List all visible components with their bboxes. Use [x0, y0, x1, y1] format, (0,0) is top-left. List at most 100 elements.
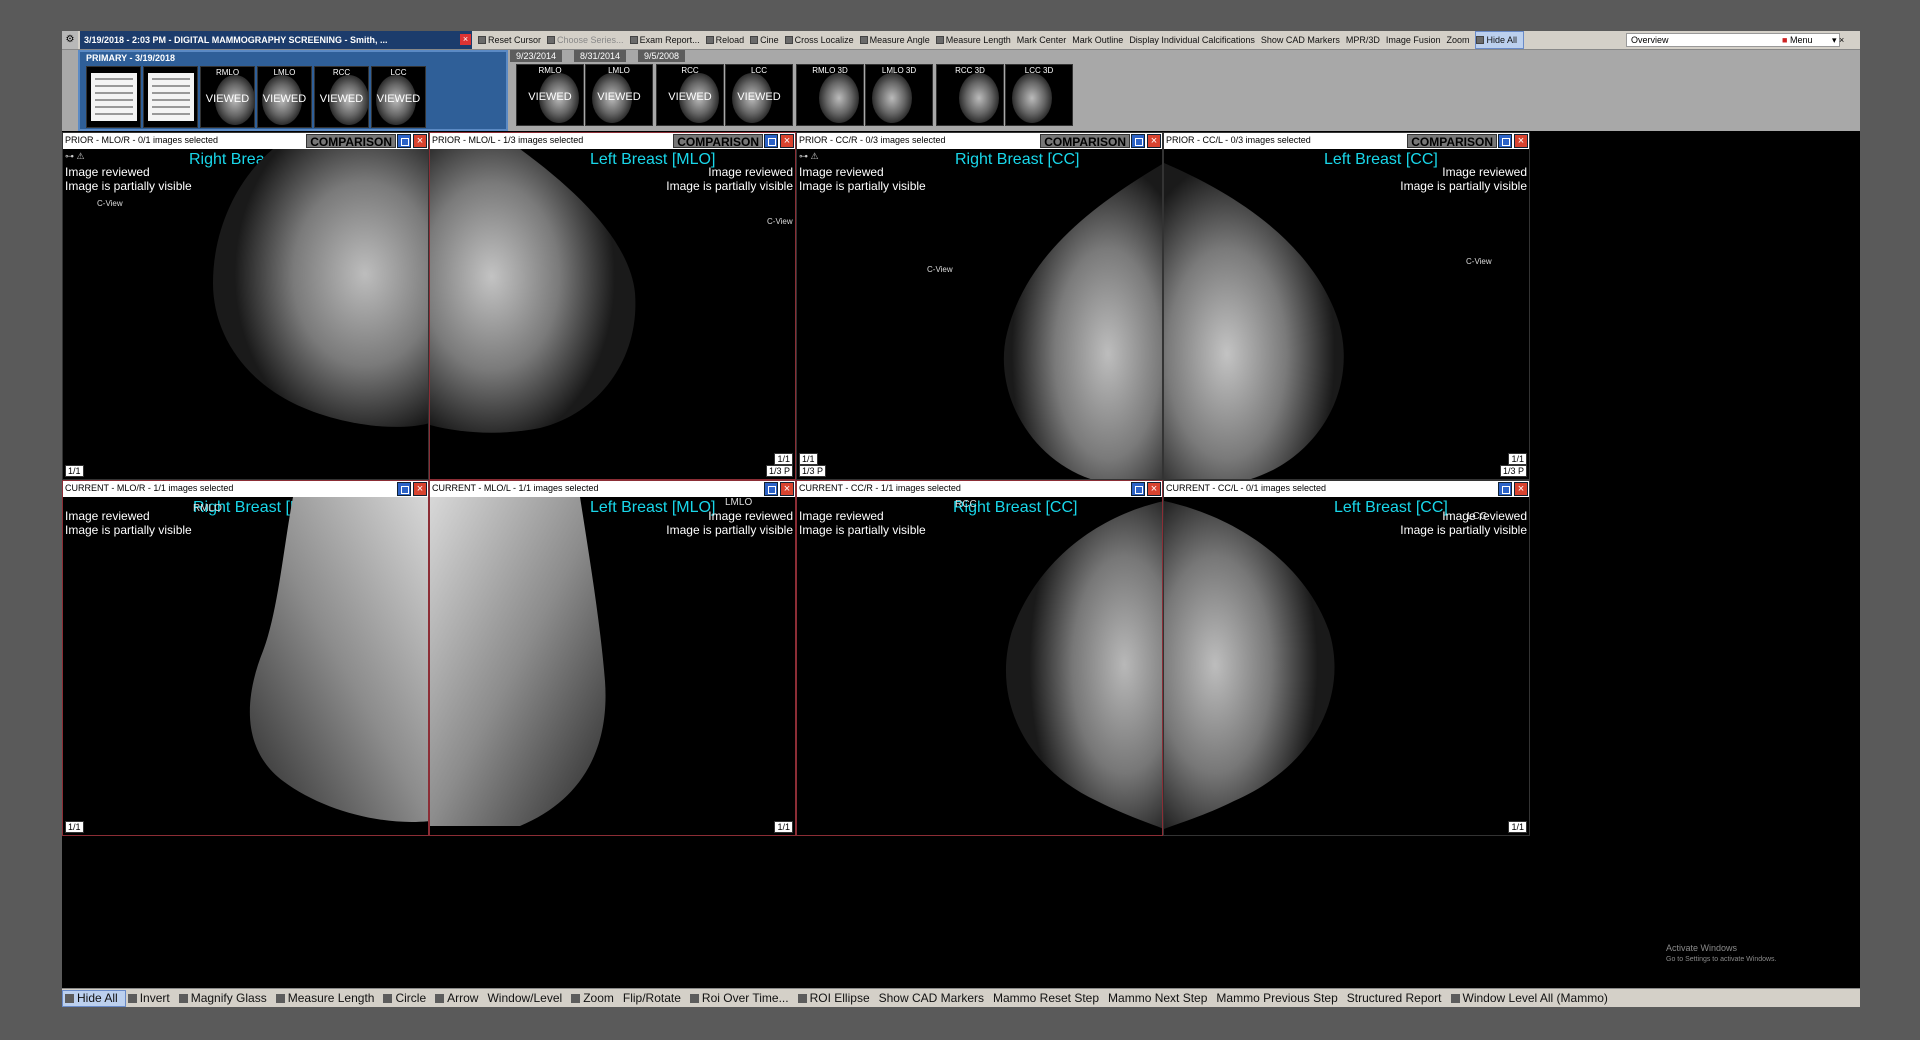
menu-label: Menu	[1789, 35, 1813, 45]
toolbar-item[interactable]: Mark Center	[1017, 31, 1073, 49]
prior-series-thumbnail[interactable]: RMLO VIEWED	[516, 64, 584, 126]
prior-series-thumbnail[interactable]: RCC VIEWED	[656, 64, 724, 126]
prior-date-tab[interactable]: 9/23/2014	[510, 50, 563, 62]
bottom-toolbar-item-label: Show CAD Markers	[878, 991, 984, 1005]
toolbar-item[interactable]: Measure Angle	[859, 31, 936, 49]
series-counter: 1/3 P	[799, 465, 827, 477]
close-study-icon[interactable]: ×	[460, 34, 471, 45]
bottom-toolbar-item[interactable]: Mammo Previous Step	[1214, 989, 1344, 1007]
bottom-toolbar-item[interactable]: Show CAD Markers	[877, 989, 991, 1007]
settings-gear-icon[interactable]: ⚙	[62, 31, 78, 49]
toolbar-item[interactable]: Measure Length	[935, 31, 1017, 49]
report-thumbnail[interactable]	[86, 66, 141, 128]
toolbar-item[interactable]: Show CAD Markers	[1261, 31, 1346, 49]
bottom-toolbar-item[interactable]: ROI Ellipse	[796, 989, 877, 1007]
prior-series-thumbnail[interactable]: RCC 3D	[936, 64, 1004, 126]
bottom-toolbar-item[interactable]: Mammo Next Step	[1106, 989, 1214, 1007]
image-counter: 1/1	[799, 453, 818, 465]
series-thumbnail[interactable]: RCC VIEWED	[314, 66, 369, 128]
mammogram-preview	[872, 73, 912, 123]
bottom-toolbar-item[interactable]: Window/Level	[485, 989, 569, 1007]
series-thumbnail[interactable]: LMLO VIEWED	[257, 66, 312, 128]
mammogram-preview	[959, 73, 999, 123]
mammogram-preview	[1012, 73, 1052, 123]
bottom-toolbar-item[interactable]: Hide All	[62, 990, 126, 1007]
thumbnail-label: RCC	[332, 68, 351, 77]
menu-button[interactable]: ■ Menu	[1782, 32, 1812, 48]
toolbar-item[interactable]: MPR/3D	[1346, 31, 1386, 49]
bottom-toolbar-item-label: Mammo Previous Step	[1216, 991, 1338, 1005]
prior-date-tab[interactable]: 9/5/2008	[638, 50, 686, 62]
activate-windows-watermark: Activate Windows Go to Settings to activ…	[1666, 943, 1777, 965]
viewport-current-cc-left[interactable]: CURRENT - CC/L - 0/1 images selected × L…	[1163, 480, 1530, 836]
zoom-icon	[571, 994, 581, 1003]
toolbar-item[interactable]: Cross Localize	[784, 31, 860, 49]
toolbar-item-label: Exam Report...	[639, 35, 700, 45]
bottom-toolbar-item-label: Structured Report	[1346, 991, 1442, 1005]
hide-all-icon	[65, 994, 74, 1003]
toolbar-item[interactable]: Display Individual Calcifications	[1129, 31, 1261, 49]
series-thumbnail[interactable]: LCC VIEWED	[371, 66, 426, 128]
thumbnail-label: RMLO	[215, 68, 240, 77]
image-counter: 1/1	[1508, 821, 1527, 833]
bottom-toolbar-item[interactable]: Mammo Reset Step	[991, 989, 1106, 1007]
toolbar-item[interactable]: Mark Outline	[1072, 31, 1129, 49]
cross-localize-icon	[784, 36, 793, 44]
prior-series-thumbnail[interactable]: LCC VIEWED	[725, 64, 793, 126]
study-title-tab[interactable]: 3/19/2018 - 2:03 PM - DIGITAL MAMMOGRAPH…	[80, 31, 472, 49]
toolbar-item[interactable]: Hide All	[1475, 31, 1524, 49]
mammogram-image	[1005, 501, 1162, 829]
toolbar-item[interactable]: Image Fusion	[1386, 31, 1447, 49]
toolbar-item[interactable]: Zoom	[1446, 31, 1475, 49]
prior-date-tab[interactable]: 8/31/2014	[574, 50, 627, 62]
watermark-subtitle: Go to Settings to activate Windows.	[1666, 956, 1777, 963]
thumbnail-status: VIEWED	[737, 91, 781, 103]
bottom-toolbar-item[interactable]: Flip/Rotate	[621, 989, 688, 1007]
thumbnail-status: VIEWED	[668, 91, 712, 103]
bottom-toolbar-item-label: Circle	[395, 991, 427, 1005]
viewport-prior-cc-right[interactable]: PRIOR - CC/R - 0/3 images selected COMPA…	[796, 132, 1163, 480]
prior-series-thumbnail[interactable]: RMLO 3D	[796, 64, 864, 126]
bottom-toolbar-item[interactable]: Measure Length	[274, 989, 382, 1007]
window-controls[interactable]: ▾ ×	[1832, 32, 1844, 48]
measure-length-icon	[935, 36, 944, 44]
bottom-toolbar-item[interactable]: Roi Over Time...	[688, 989, 796, 1007]
bottom-toolbar-item-label: Roi Over Time...	[701, 991, 789, 1005]
bottom-toolbar-item[interactable]: Arrow	[433, 989, 485, 1007]
measure-length-icon	[275, 994, 285, 1003]
toolbar-item[interactable]: Cine	[750, 31, 785, 49]
toolbar-item-label: Cross Localize	[794, 35, 854, 45]
bottom-toolbar-item[interactable]: Window Level All (Mammo)	[1449, 989, 1615, 1007]
toolbar-item[interactable]: Reset Cursor	[478, 31, 547, 49]
toolbar-item[interactable]: Reload	[705, 31, 751, 49]
toolbar-item-label: Show CAD Markers	[1260, 35, 1340, 45]
bottom-toolbar-item[interactable]: Magnify Glass	[177, 989, 274, 1007]
bottom-toolbar-item-label: Mammo Reset Step	[992, 991, 1100, 1005]
viewport-prior-mlo-left[interactable]: PRIOR - MLO/L - 1/3 images selected COMP…	[429, 132, 796, 480]
viewport-current-mlo-right[interactable]: CURRENT - MLO/R - 1/1 images selected × …	[62, 480, 429, 836]
bottom-toolbar-item[interactable]: Circle	[381, 989, 433, 1007]
bottom-toolbar-item[interactable]: Invert	[126, 989, 177, 1007]
bottom-toolbar-item[interactable]: Zoom	[569, 989, 621, 1007]
toolbar-item[interactable]: Exam Report...	[629, 31, 706, 49]
thumbnail-label: RMLO 3D	[812, 66, 848, 75]
viewport-prior-mlo-right[interactable]: PRIOR - MLO/R - 0/1 images selected COMP…	[62, 132, 429, 480]
prior-series-thumbnail[interactable]: LCC 3D	[1005, 64, 1073, 126]
viewport-current-mlo-left[interactable]: CURRENT - MLO/L - 1/1 images selected × …	[429, 480, 796, 836]
mammogram-image	[1164, 501, 1335, 829]
top-toolbar: ⚙ 3/19/2018 - 2:03 PM - DIGITAL MAMMOGRA…	[62, 31, 1860, 50]
series-thumbnail[interactable]: RMLO VIEWED	[200, 66, 255, 128]
bottom-toolbar-item-label: Zoom	[583, 991, 614, 1005]
toolbar-item[interactable]: Choose Series...	[547, 31, 630, 49]
watermark-title: Activate Windows	[1666, 943, 1738, 953]
toolbar-item-label: Measure Length	[945, 35, 1011, 45]
bottom-toolbar-item[interactable]: Structured Report	[1345, 989, 1449, 1007]
prior-series-thumbnail[interactable]: LMLO VIEWED	[585, 64, 653, 126]
viewport-prior-cc-left[interactable]: PRIOR - CC/L - 0/3 images selected COMPA…	[1163, 132, 1530, 480]
window-level-icon	[1450, 994, 1460, 1003]
toolbar-item-label: Measure Angle	[869, 35, 930, 45]
report-thumbnail[interactable]	[143, 66, 198, 128]
viewport-current-cc-right[interactable]: CURRENT - CC/R - 1/1 images selected × R…	[796, 480, 1163, 836]
measure-angle-icon	[859, 36, 868, 44]
prior-series-thumbnail[interactable]: LMLO 3D	[865, 64, 933, 126]
